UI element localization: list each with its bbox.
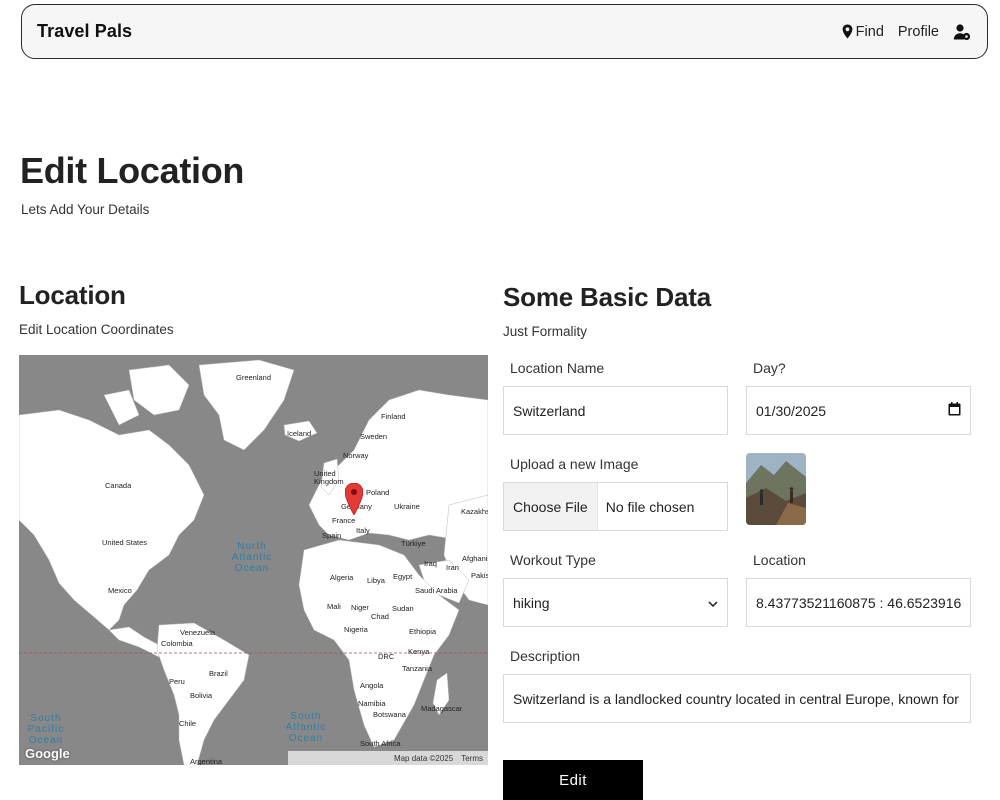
map-label-colombia: Colombia <box>161 639 193 648</box>
google-logo[interactable]: Google <box>25 746 70 761</box>
location-section-subtitle: Edit Location Coordinates <box>19 322 174 337</box>
map-label-ukraine: Ukraine <box>394 502 420 511</box>
choose-file-button[interactable]: Choose File <box>504 483 598 530</box>
ocean-label-north-atlantic: North Atlantic Ocean <box>231 541 273 574</box>
navbar: Travel Pals Find Profile <box>21 4 988 59</box>
map-label-madagascar: Madagascar <box>421 704 463 713</box>
map-label-kazakhstan: Kazakhs <box>461 507 488 516</box>
location-coordinates-value: 8.43773521160875 : 46.65239169685 <box>756 594 961 611</box>
user-settings-button[interactable] <box>953 23 971 41</box>
profile-label: Profile <box>897 23 939 40</box>
map-label-brazil: Brazil <box>209 669 228 678</box>
page-subtitle: Lets Add Your Details <box>21 202 150 217</box>
map-pin-icon <box>842 24 853 39</box>
map-label-angola: Angola <box>360 681 384 690</box>
form-section-title: Some Basic Data <box>503 282 711 312</box>
workout-type-select[interactable]: hiking <box>503 578 728 627</box>
brand-logo[interactable]: Travel Pals <box>37 21 132 42</box>
chevron-down-icon <box>708 595 718 611</box>
user-gear-icon <box>953 23 971 41</box>
map-label-france: France <box>332 516 356 525</box>
location-name-value: Switzerland <box>513 402 586 419</box>
workout-type-value: hiking <box>513 594 550 611</box>
map-label-egypt: Egypt <box>393 572 413 581</box>
map-label-united-states: United States <box>102 538 148 547</box>
map-label-saudi-arabia: Saudi Arabia <box>415 586 458 595</box>
location-section-title: Location <box>19 280 126 310</box>
map-label-bolivia: Bolivia <box>190 691 213 700</box>
map-label-iraq: Iraq <box>424 559 437 568</box>
nav-links: Find Profile <box>842 23 971 41</box>
map-label-sudan: Sudan <box>392 604 414 613</box>
description-input[interactable]: Switzerland is a landlocked country loca… <box>503 674 971 723</box>
no-file-chosen-text: No file chosen <box>605 498 695 515</box>
map-label-afghanistan: Afghanis <box>462 554 488 563</box>
map-label-canada: Canada <box>105 481 132 490</box>
map-label-argentina: Argentina <box>190 757 223 765</box>
map-label-italy: Italy <box>356 526 370 535</box>
map-label-kenya: Kenya <box>408 647 430 656</box>
map-label-drc: DRC <box>378 652 395 661</box>
map-label-chad: Chad <box>371 612 389 621</box>
image-file-input[interactable]: Choose File No file chosen <box>503 482 728 531</box>
profile-link[interactable]: Profile <box>898 24 939 40</box>
map-label-algeria: Algeria <box>330 573 354 582</box>
map-label-south-africa: South Africa <box>360 739 401 748</box>
map-data-attribution[interactable]: Map data ©2025 <box>394 754 453 763</box>
map-label-sweden: Sweden <box>360 432 388 441</box>
map-label-iceland: Iceland <box>287 429 312 438</box>
map-label-spain: Spain <box>322 531 342 540</box>
ocean-label-south-atlantic: South Atlantic Ocean <box>285 711 327 744</box>
day-value: 01/30/2025 <box>756 402 827 419</box>
page-title: Edit Location <box>20 150 245 191</box>
location-coordinates-input[interactable]: 8.43773521160875 : 46.65239169685 <box>746 578 971 627</box>
map-label-namibia: Namibia <box>358 699 386 708</box>
workout-type-label: Workout Type <box>510 552 596 568</box>
map-label-mali: Mali <box>327 602 341 611</box>
calendar-icon[interactable] <box>948 402 961 419</box>
map-label-pakistan: Pakist <box>471 571 488 580</box>
form-section-subtitle: Just Formality <box>503 324 588 339</box>
map-label-ethiopia: Ethiopia <box>409 627 437 636</box>
map-terms-link[interactable]: Terms <box>461 754 483 763</box>
map-label-botswana: Botswana <box>373 710 406 719</box>
day-date-input[interactable]: 01/30/2025 <box>746 386 971 435</box>
map-label-nigeria: Nigeria <box>344 625 368 634</box>
map-label-uk: United Kingdom <box>314 469 344 486</box>
map-label-peru: Peru <box>169 677 185 686</box>
location-name-label: Location Name <box>510 360 605 376</box>
map-label-greenland: Greenland <box>236 373 272 382</box>
location-coordinates-label: Location <box>753 552 806 568</box>
map-label-finland: Finland <box>381 412 406 421</box>
map-label-chile: Chile <box>179 719 197 728</box>
map-attribution-bar: Map data ©2025 Terms <box>288 751 488 765</box>
ocean-label-south-pacific: South Pacific Ocean <box>27 713 65 746</box>
map-label-tanzania: Tanzania <box>402 664 433 673</box>
location-map[interactable]: Greenland Iceland Finland Sweden Norway … <box>19 355 488 765</box>
description-label: Description <box>510 648 581 664</box>
description-value: Switzerland is a landlocked country loca… <box>513 690 961 707</box>
find-label: Find <box>855 23 884 40</box>
map-label-norway: Norway <box>343 451 369 460</box>
map-label-libya: Libya <box>367 576 385 585</box>
map-label-turkiye: Türkiye <box>401 539 426 548</box>
location-name-input[interactable]: Switzerland <box>503 386 728 435</box>
upload-image-label: Upload a new Image <box>510 456 639 472</box>
find-link[interactable]: Find <box>842 24 884 40</box>
location-image-thumbnail <box>746 453 806 525</box>
map-label-poland: Poland <box>366 488 390 497</box>
map-label-niger: Niger <box>351 603 369 612</box>
map-label-venezuela: Venezuela <box>180 628 216 637</box>
day-label: Day? <box>753 360 786 376</box>
map-label-mexico: Mexico <box>108 586 132 595</box>
edit-submit-button[interactable]: Edit <box>503 760 643 800</box>
map-label-iran: Iran <box>446 563 459 572</box>
